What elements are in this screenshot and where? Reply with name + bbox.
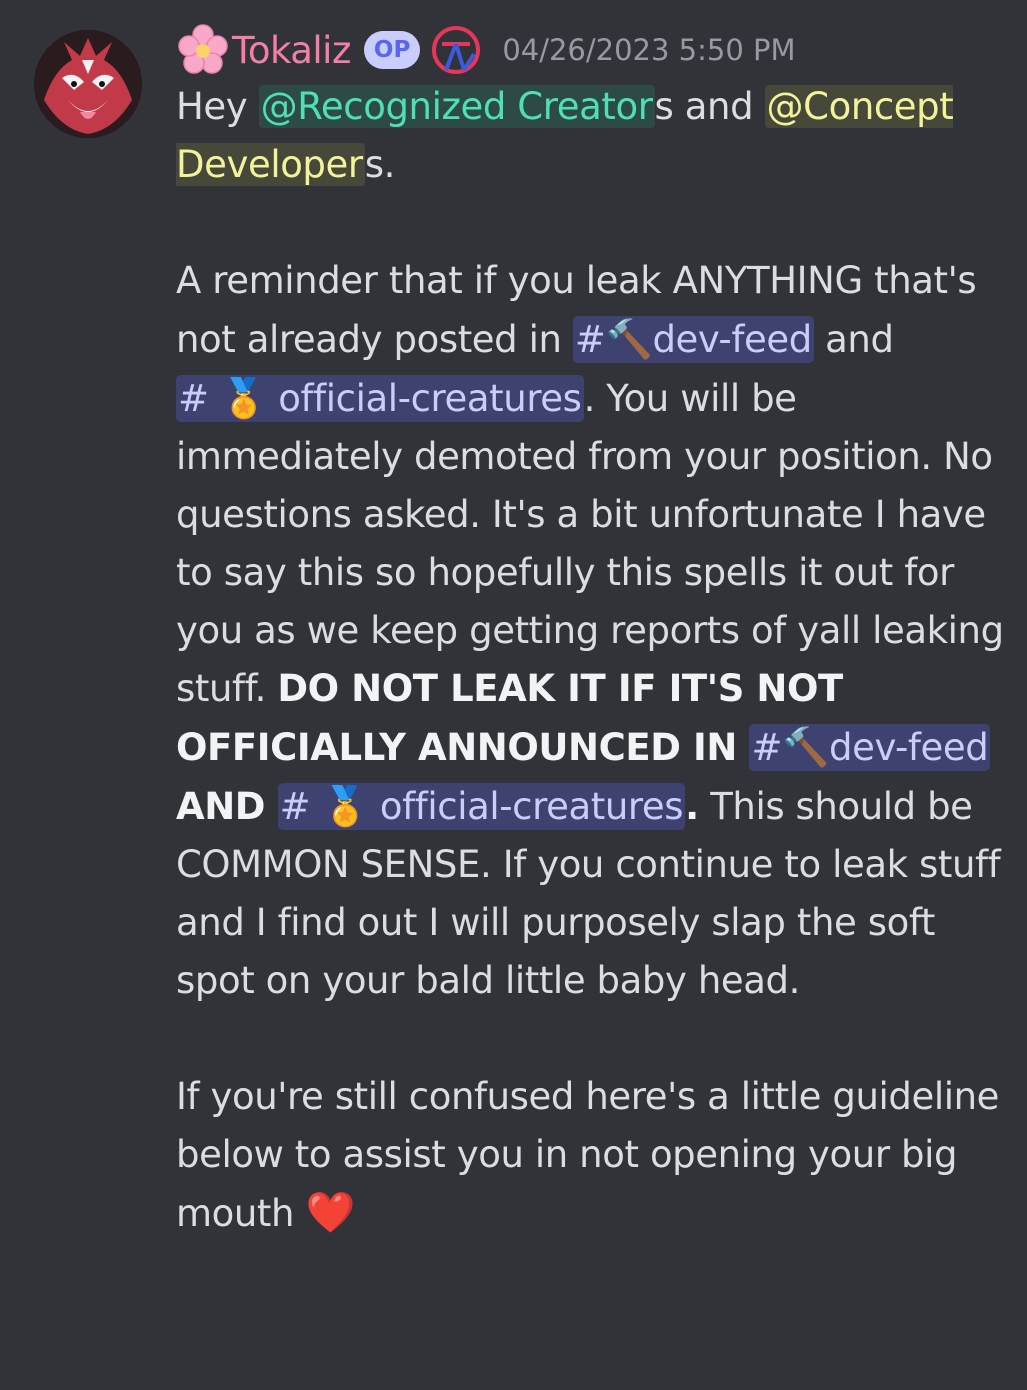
channel-name: official-creatures (278, 377, 582, 420)
red-heart-icon: ❤️ (305, 1190, 355, 1236)
channel-hash-icon: # (279, 785, 311, 828)
channel-mention-official-creatures[interactable]: # 🏅 official-creatures (277, 783, 686, 830)
medal-icon: 🏅 (321, 784, 369, 828)
author-name[interactable]: Tokaliz (232, 29, 351, 72)
channel-hash-icon: # (178, 377, 209, 420)
hammer-icon: 🔨 (605, 317, 653, 361)
bold-period: . (685, 785, 699, 828)
message-content: Hey @Recognized Creators and @Concept De… (176, 78, 1006, 1243)
avatar[interactable] (34, 30, 142, 138)
bold-warning: DO NOT LEAK IT IF IT'S NOT OFFICIALLY AN… (176, 667, 843, 769)
channel-hash-icon: # (574, 318, 606, 361)
message-paragraph-greeting: Hey @Recognized Creators and @Concept De… (176, 78, 1006, 194)
channel-name: dev-feed (829, 726, 989, 769)
message-header: Tokaliz OP 04/26/2023 5:50 PM (176, 22, 796, 78)
channel-mention-dev-feed[interactable]: #🔨dev-feed (572, 316, 814, 363)
message-paragraph-guideline: If you're still confused here's a little… (176, 1068, 1006, 1243)
text-s-period: s. (364, 143, 396, 186)
text-guideline: If you're still confused here's a little… (176, 1075, 999, 1235)
text-and: and (813, 318, 894, 361)
hammer-icon: 🔨 (782, 725, 829, 769)
text-demoted: . You will be immediately demoted from y… (176, 377, 1004, 710)
avatar-creature-icon (34, 30, 142, 138)
text-hey: Hey (176, 85, 259, 128)
op-badge: OP (363, 31, 421, 69)
channel-hash-icon: # (751, 726, 783, 769)
channel-name: official-creatures (379, 785, 684, 828)
cherry-blossom-icon (178, 24, 228, 74)
mention-recognized-creators[interactable]: @Recognized Creator (258, 85, 655, 128)
channel-mention-dev-feed[interactable]: #🔨dev-feed (749, 724, 991, 771)
channel-name: dev-feed (652, 318, 812, 361)
bold-and: AND (176, 785, 278, 828)
channel-mention-official-creatures[interactable]: # 🏅 official-creatures (176, 375, 584, 422)
medal-icon: 🏅 (219, 376, 267, 420)
timestamp: 04/26/2023 5:50 PM (502, 33, 796, 67)
text-s-and: s and (654, 85, 765, 128)
role-badge-icon[interactable] (430, 24, 482, 76)
message-paragraph-warning: A reminder that if you leak ANYTHING tha… (176, 252, 1006, 1010)
